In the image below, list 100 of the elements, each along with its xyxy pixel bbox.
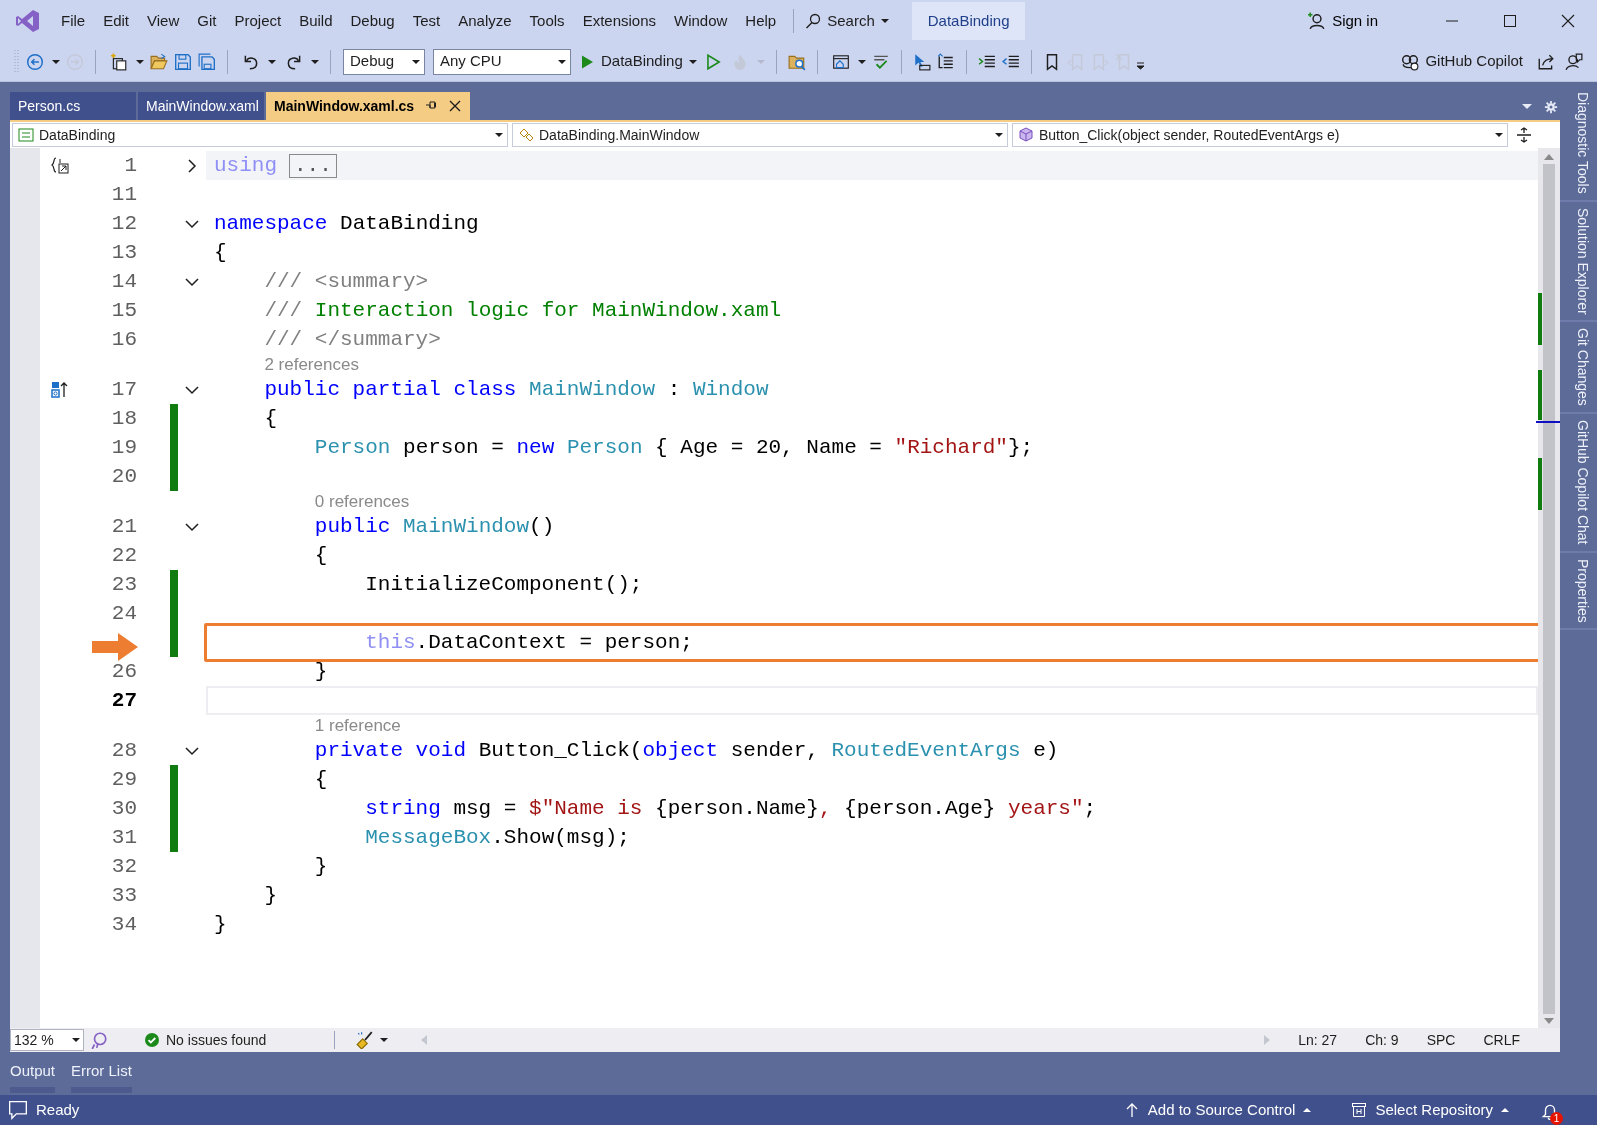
share-icon[interactable] [1537,52,1555,71]
dropdown-field[interactable]: DataBinding.MainWindow [512,123,1008,147]
line-number: 18 [110,405,137,432]
document-tab[interactable]: MainWindow.xaml [138,92,264,120]
app-logo-icon [16,9,40,33]
status-text: Ln: 27 [1298,1030,1338,1050]
caret-icon [268,59,276,64]
source-control-button[interactable]: Add to Source Control [1117,1097,1318,1123]
menu-item[interactable]: Test [403,5,450,37]
caret-icon [880,19,889,23]
side-tab[interactable]: Properties [1560,552,1597,631]
menu-item[interactable]: View [138,5,189,37]
line-number: 30 [110,795,137,822]
start-button[interactable]: DataBinding [575,48,701,75]
line-number: 15 [110,297,137,324]
code-line: /// Interaction logic for MainWindow.xaml [264,297,782,324]
line-number: 31 [110,824,137,851]
zoom-dropdown[interactable]: 132 % [10,1029,84,1051]
side-tab[interactable]: Git Changes [1560,322,1597,415]
caret-icon [1501,1108,1509,1112]
repository-button[interactable]: Select Repository [1345,1097,1515,1123]
add-user-icon [1308,12,1327,30]
menu-item[interactable]: Tools [520,5,574,37]
document-tab[interactable]: MainWindow.xaml.cs [266,92,471,120]
caret-icon [412,59,420,64]
cursor-icon[interactable] [912,52,931,71]
vertical-scrollbar[interactable] [1538,148,1560,1028]
line-number: 13 [110,239,137,266]
tab-list-icon[interactable] [1522,104,1532,109]
line-number: 12 [110,210,137,237]
search-button[interactable]: Search [802,7,892,35]
code-keyword: using [214,152,277,179]
line-number: 23 [110,571,137,598]
code-line: public MainWindow() [314,513,555,540]
line-number: 21 [110,513,137,540]
sign-in-button[interactable]: Sign in [1305,7,1381,35]
code-lens-link[interactable]: 1 reference [314,712,401,739]
close-icon[interactable] [1560,13,1576,29]
side-tab[interactable]: Diagnostic Tools [1560,86,1597,202]
copilot-button[interactable]: GitHub Copilot [1397,48,1527,75]
toolbar-grip [14,49,20,74]
split-icon[interactable] [1516,127,1532,143]
line-number: 32 [110,853,137,880]
copilot-hint-icon[interactable] [90,1031,108,1049]
repository-icon [1351,1102,1368,1118]
notification-count: 1 [1550,1112,1563,1125]
dropdown-field[interactable]: Any CPU [433,48,571,75]
close-icon[interactable] [448,99,463,113]
expand-icon[interactable] [185,158,199,173]
menu-item[interactable]: Edit [94,5,139,37]
dropdown-field[interactable]: DataBinding [12,123,508,147]
method-icon [1017,127,1035,143]
side-tab[interactable]: Solution Explorer [1560,201,1597,323]
line-number: 1 [123,152,137,179]
collapsed-region-icon [51,156,69,175]
base-type-icon [51,380,69,399]
menu-item[interactable]: Project [225,5,291,37]
code-line: { [264,405,277,432]
new-item-icon[interactable] [110,52,128,71]
maximize-icon[interactable] [1502,13,1518,29]
menu-item[interactable]: Window [665,5,737,37]
code-line: Person person = new Person { Age = 20, Name = "Richard"}; [314,434,1034,461]
menu-item[interactable]: File [52,5,95,37]
save-icon[interactable] [174,52,192,71]
save-all-icon[interactable] [198,52,216,71]
side-tab[interactable]: GitHub Copilot Chat [1560,414,1597,553]
scroll-down-icon[interactable] [1544,1018,1554,1024]
code-line: /// </summary> [264,326,441,353]
code-lens-link[interactable]: 2 references [264,351,359,378]
back-icon[interactable] [26,52,44,71]
caret-icon [1303,1108,1312,1112]
dropdown-field[interactable]: Debug [343,48,425,75]
menu-item[interactable]: Build [290,5,342,37]
dropdown-field[interactable]: Button_Click(object sender, RoutedEventArgs e) [1012,123,1508,147]
code-line: { [314,766,328,793]
code-line: } [314,658,328,685]
collapsed-block[interactable]: ... [289,153,337,178]
menu-item[interactable]: Git [188,5,226,37]
open-folder-icon[interactable] [150,52,168,71]
line-number: 29 [110,766,137,793]
member-list-icon[interactable] [936,52,955,71]
check-circle-icon [144,1032,160,1048]
document-tab[interactable]: Person.cs [10,92,136,120]
message-icon[interactable] [8,1100,28,1120]
code-line: private void Button_Click(object sender, RoutedEventArgs e) [314,737,1059,764]
menu-item[interactable]: Analyze [449,5,521,37]
menu-item[interactable]: Help [736,5,786,37]
issues-status[interactable]: No issues found [166,1029,267,1051]
line-number: 14 [110,268,137,295]
caret-icon [756,59,765,64]
code-line: this.DataContext = person; [365,629,693,656]
status-text: CRLF [1483,1030,1520,1050]
settings-icon[interactable] [1544,100,1558,114]
code-lens-link[interactable]: 0 references [314,488,410,515]
feedback-icon[interactable] [1565,52,1583,71]
broom-icon[interactable] [356,1031,375,1049]
window-icon[interactable] [831,52,850,71]
menu-item[interactable]: Extensions [573,5,665,37]
menu-item[interactable]: Debug [341,5,404,37]
scroll-up-icon[interactable] [1544,154,1554,160]
